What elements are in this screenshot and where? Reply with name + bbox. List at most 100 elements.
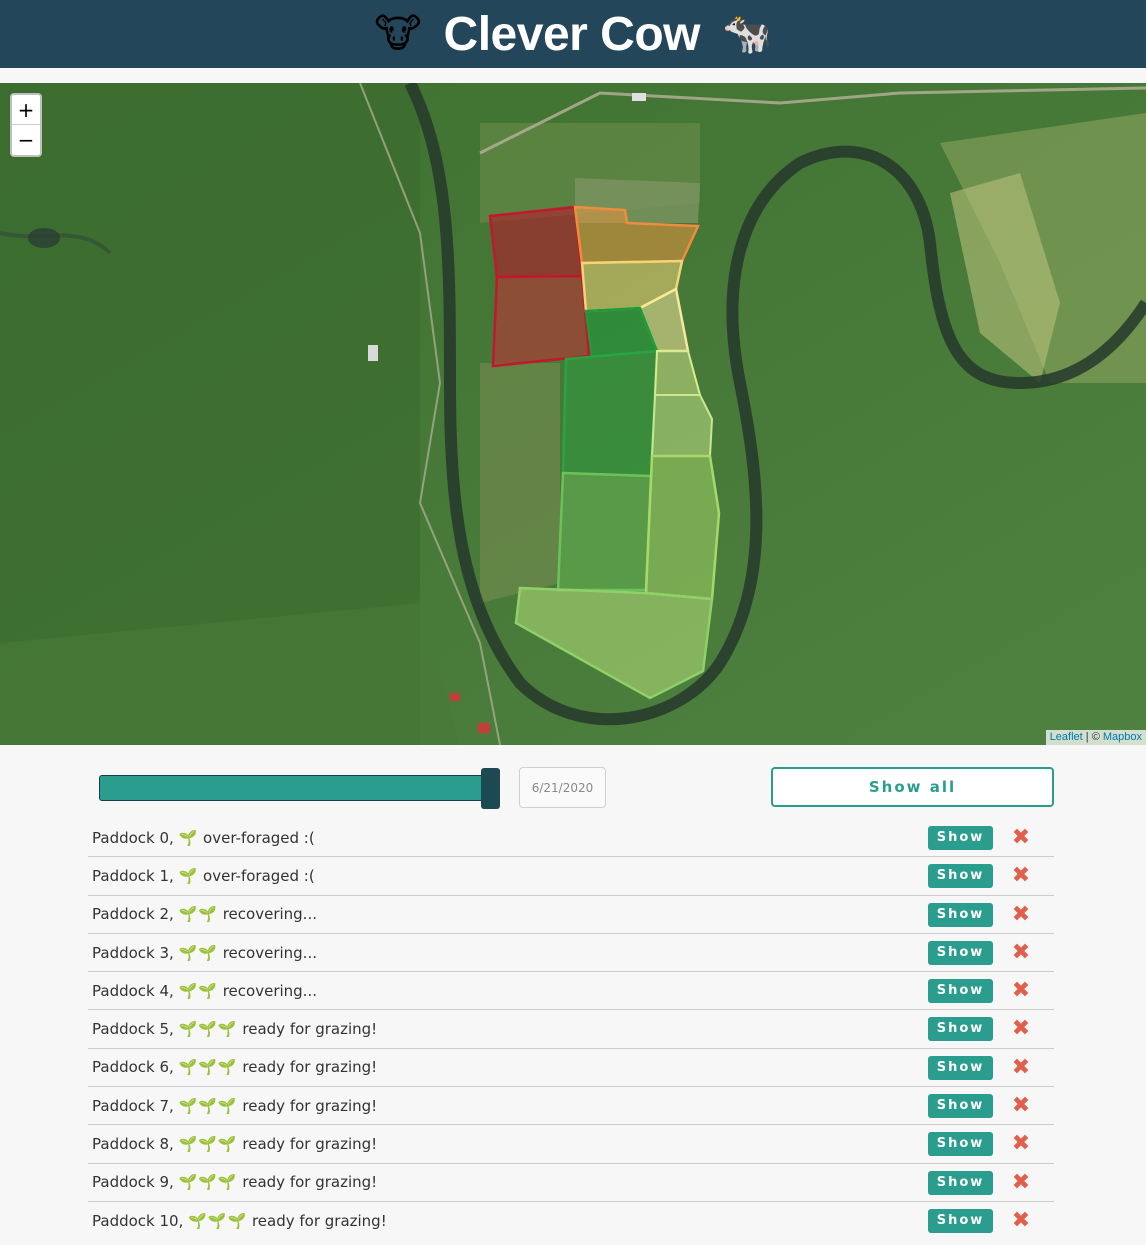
date-slider-track[interactable]	[99, 775, 499, 801]
delete-icon[interactable]: ✖	[1011, 1208, 1031, 1234]
show-paddock-button[interactable]: Show	[928, 1055, 993, 1080]
paddock-row: Paddock 9, 🌱🌱🌱 ready for grazing! Show ✖	[88, 1164, 1054, 1202]
paddock-label: Paddock 4, 🌱🌱 recovering...	[92, 982, 317, 1000]
paddock-status: recovering...	[222, 981, 317, 1000]
delete-icon[interactable]: ✖	[1011, 1016, 1031, 1042]
cow-icon: 🐄	[721, 11, 772, 57]
show-paddock-button[interactable]: Show	[928, 1132, 993, 1157]
paddock-label: Paddock 10, 🌱🌱🌱 ready for grazing!	[92, 1212, 387, 1230]
paddock-polygon-8[interactable]	[650, 394, 714, 457]
paddock-label: Paddock 9, 🌱🌱🌱 ready for grazing!	[92, 1173, 377, 1191]
leaflet-link[interactable]: Leaflet	[1050, 731, 1083, 743]
paddock-status: ready for grazing!	[242, 1058, 378, 1077]
show-paddock-button[interactable]: Show	[928, 902, 993, 927]
paddock-row: Paddock 7, 🌱🌱🌱 ready for grazing! Show ✖	[88, 1087, 1054, 1126]
date-slider-handle[interactable]	[481, 768, 500, 809]
paddock-status: recovering...	[222, 905, 317, 924]
paddock-name: Paddock 8,	[92, 1135, 174, 1154]
app-header: 🐮 Clever Cow 🐄	[0, 0, 1146, 68]
paddock-row: Paddock 8, 🌱🌱🌱 ready for grazing! Show ✖	[88, 1125, 1054, 1164]
controls-bar: 6/21/2020 Show all	[0, 767, 1146, 809]
paddock-name: Paddock 0,	[92, 828, 174, 847]
paddock-row: Paddock 0, 🌱 over-foraged :( Show ✖	[88, 819, 1054, 858]
paddock-polygon-10[interactable]	[644, 454, 721, 601]
delete-icon[interactable]: ✖	[1011, 902, 1031, 928]
mapbox-link[interactable]: Mapbox	[1103, 731, 1142, 743]
paddock-name: Paddock 10,	[92, 1212, 184, 1231]
cow-face-icon: 🐮	[374, 11, 422, 57]
paddock-name: Paddock 2,	[92, 905, 174, 924]
map-canvas[interactable]	[0, 83, 1146, 745]
paddock-polygon-0[interactable]	[488, 205, 584, 279]
sprout-icon: 🌱🌱🌱	[178, 1058, 238, 1077]
show-paddock-button[interactable]: Show	[928, 979, 993, 1004]
paddock-polygon-9[interactable]	[556, 471, 653, 592]
show-paddock-button[interactable]: Show	[928, 1170, 993, 1195]
sprout-icon: 🌱🌱	[178, 943, 218, 962]
paddock-status: ready for grazing!	[251, 1212, 387, 1231]
paddock-name: Paddock 7,	[92, 1096, 174, 1115]
paddock-row: Paddock 4, 🌱🌱 recovering... Show ✖	[88, 972, 1054, 1011]
paddock-label: Paddock 2, 🌱🌱 recovering...	[92, 905, 317, 923]
paddock-name: Paddock 6,	[92, 1058, 174, 1077]
zoom-out-button[interactable]: −	[12, 125, 40, 155]
paddock-label: Paddock 8, 🌱🌱🌱 ready for grazing!	[92, 1135, 377, 1153]
show-paddock-button[interactable]: Show	[928, 1094, 993, 1119]
paddock-label: Paddock 5, 🌱🌱🌱 ready for grazing!	[92, 1020, 377, 1038]
sprout-icon: 🌱🌱	[178, 981, 218, 1000]
delete-icon[interactable]: ✖	[1011, 1170, 1031, 1196]
paddock-row: Paddock 3, 🌱🌱 recovering... Show ✖	[88, 934, 1054, 973]
show-paddock-button[interactable]: Show	[928, 826, 993, 850]
map-attribution: Leaflet | © Mapbox	[1045, 730, 1146, 745]
paddock-row: Paddock 6, 🌱🌱🌱 ready for grazing! Show ✖	[88, 1049, 1054, 1088]
paddock-label: Paddock 3, 🌱🌱 recovering...	[92, 944, 317, 962]
paddock-row: Paddock 2, 🌱🌱 recovering... Show ✖	[88, 896, 1054, 934]
paddock-row: Paddock 5, 🌱🌱🌱 ready for grazing! Show ✖	[88, 1010, 1054, 1049]
paddock-name: Paddock 1,	[92, 866, 174, 885]
paddock-name: Paddock 3,	[92, 943, 174, 962]
paddock-polygon-1[interactable]	[491, 274, 591, 368]
delete-icon[interactable]: ✖	[1011, 863, 1031, 889]
delete-icon[interactable]: ✖	[1011, 1131, 1031, 1157]
zoom-control: + −	[10, 93, 42, 157]
app-title: Clever Cow	[443, 7, 701, 61]
paddock-row: Paddock 1, 🌱 over-foraged :( Show ✖	[88, 857, 1054, 896]
delete-icon[interactable]: ✖	[1011, 825, 1031, 851]
sprout-icon: 🌱	[178, 866, 199, 885]
paddock-label: Paddock 6, 🌱🌱🌱 ready for grazing!	[92, 1058, 377, 1076]
paddock-polygon-6[interactable]	[561, 349, 659, 478]
show-paddock-button[interactable]: Show	[928, 864, 993, 889]
attribution-separator: | ©	[1082, 731, 1103, 743]
show-paddock-button[interactable]: Show	[928, 1017, 993, 1042]
show-paddock-button[interactable]: Show	[928, 940, 993, 965]
paddock-status: ready for grazing!	[242, 1096, 378, 1115]
paddock-label: Paddock 1, 🌱 over-foraged :(	[92, 867, 315, 885]
paddock-status: ready for grazing!	[242, 1135, 378, 1154]
paddock-status: ready for grazing!	[242, 1020, 378, 1039]
sprout-icon: 🌱🌱🌱	[178, 1173, 238, 1192]
show-paddock-button[interactable]: Show	[928, 1208, 993, 1233]
sprout-icon: 🌱🌱🌱	[178, 1096, 238, 1115]
sprout-icon: 🌱🌱🌱	[178, 1020, 238, 1039]
delete-icon[interactable]: ✖	[1011, 1093, 1031, 1119]
paddock-name: Paddock 5,	[92, 1020, 174, 1039]
paddock-label: Paddock 7, 🌱🌱🌱 ready for grazing!	[92, 1097, 377, 1115]
sprout-icon: 🌱🌱🌱	[188, 1212, 248, 1231]
sprout-icon: 🌱	[178, 828, 199, 847]
paddock-status: ready for grazing!	[242, 1173, 378, 1192]
paddock-row: Paddock 10, 🌱🌱🌱 ready for grazing! Show ✖	[88, 1202, 1054, 1240]
paddock-status: recovering...	[222, 943, 317, 962]
satellite-map[interactable]: + − Leaflet | © Mapbox	[0, 83, 1146, 745]
date-field[interactable]: 6/21/2020	[519, 767, 606, 808]
zoom-in-button[interactable]: +	[12, 95, 40, 125]
delete-icon[interactable]: ✖	[1011, 978, 1031, 1004]
sprout-icon: 🌱🌱	[178, 905, 218, 924]
show-all-button[interactable]: Show all	[771, 767, 1054, 807]
paddock-name: Paddock 4,	[92, 981, 174, 1000]
delete-icon[interactable]: ✖	[1011, 1055, 1031, 1081]
paddock-list: Paddock 0, 🌱 over-foraged :(Show ✖ Paddock…	[88, 819, 1054, 1240]
delete-icon[interactable]: ✖	[1011, 940, 1031, 966]
paddock-name: Paddock 9,	[92, 1173, 174, 1192]
paddock-status: over-foraged :(	[203, 866, 315, 885]
paddock-status: over-foraged :(	[203, 828, 315, 847]
